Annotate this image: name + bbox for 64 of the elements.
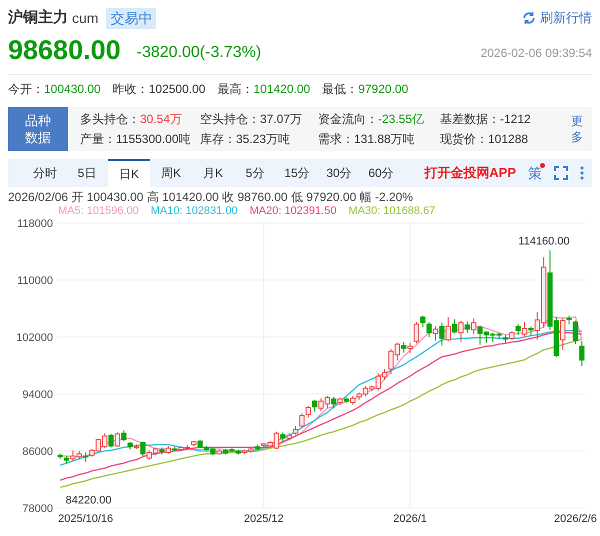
x-axis-label: 2026/1 bbox=[393, 513, 427, 525]
y-axis-label: 118000 bbox=[17, 218, 53, 230]
instrument-name: 沪铜主力 bbox=[8, 8, 68, 28]
stat-label: 库存： bbox=[200, 131, 236, 148]
stat-value: 37.07万 bbox=[260, 111, 302, 128]
x-axis-label: 2025/12 bbox=[244, 513, 284, 525]
y-axis-label: 102000 bbox=[16, 332, 53, 344]
period-tab[interactable]: 周K bbox=[150, 159, 192, 187]
strategy-button[interactable]: 策 bbox=[528, 159, 542, 187]
price-change: -3820.00(-3.73%) bbox=[136, 45, 262, 61]
stat-label: 需求： bbox=[318, 131, 354, 148]
quote-label: 今开： bbox=[8, 81, 44, 98]
moving-average-legend: MA10: 102831.00 bbox=[150, 205, 238, 218]
quote-time: 2026-02-06 09:39:54 bbox=[480, 45, 592, 62]
price-annotation: 114160.00 bbox=[518, 235, 570, 248]
y-axis-label: 78000 bbox=[22, 503, 53, 515]
stat-value: 1155300.00吨 bbox=[116, 131, 191, 148]
period-tab[interactable]: 5分 bbox=[234, 159, 276, 187]
stat-value: 101288 bbox=[488, 131, 528, 148]
quote-value: 101420.00 bbox=[253, 81, 310, 98]
price-annotation: 84220.00 bbox=[66, 494, 112, 507]
moving-average-legend: MA20: 102391.50 bbox=[250, 205, 336, 218]
quote-label: 最高： bbox=[217, 81, 254, 98]
x-axis-label: 2025/10/16 bbox=[58, 513, 114, 525]
last-price: 98680.00 bbox=[8, 37, 121, 64]
period-tab[interactable]: 15分 bbox=[276, 159, 318, 187]
y-axis-label: 94000 bbox=[22, 389, 53, 401]
quote-label: 昨收： bbox=[112, 81, 149, 98]
stat-label: 资金流向： bbox=[318, 111, 378, 128]
y-axis-label: 110000 bbox=[17, 275, 53, 287]
fullscreen-icon bbox=[554, 166, 568, 180]
quote-value: 97920.00 bbox=[358, 81, 408, 98]
refresh-button[interactable]: 刷新行情 bbox=[522, 8, 592, 28]
stat-value: -23.55亿 bbox=[378, 111, 424, 128]
instrument-code: cum bbox=[72, 8, 98, 28]
bar-info: 2026/02/06 开 100430.00 高 101420.00 收 98760.00 低 97920.00 幅 -2.20% bbox=[7, 190, 414, 205]
period-tab[interactable]: 5日 bbox=[66, 159, 108, 187]
moving-average-legend: MA5: 101596.00 bbox=[58, 205, 139, 218]
stat-value: 30.54万 bbox=[140, 111, 182, 128]
moving-average-legend: MA30: 101688.67 bbox=[348, 205, 436, 218]
refresh-icon bbox=[522, 11, 536, 25]
period-tab[interactable]: 分时 bbox=[24, 159, 66, 187]
quote-value: 100430.00 bbox=[44, 81, 101, 98]
stat-value: -1212 bbox=[500, 111, 531, 128]
more-button[interactable]: 更多 bbox=[570, 107, 584, 151]
y-axis-label: 86000 bbox=[22, 446, 53, 458]
period-tab[interactable]: 日K bbox=[108, 159, 150, 187]
stat-label: 产量： bbox=[80, 131, 116, 148]
stat-value: 35.23万吨 bbox=[236, 131, 290, 148]
open-app-link[interactable]: 打开金投网APP bbox=[424, 159, 516, 187]
period-tab[interactable]: 30分 bbox=[318, 159, 360, 187]
quote-label: 最低： bbox=[322, 81, 358, 98]
stat-label: 空头持仓： bbox=[200, 111, 260, 128]
stat-label: 现货价： bbox=[440, 131, 488, 148]
trading-status-badge: 交易中 bbox=[106, 8, 156, 28]
more-vertical-icon bbox=[580, 166, 584, 180]
stat-label: 多头持仓： bbox=[80, 111, 140, 128]
stat-label: 基差数据： bbox=[440, 111, 500, 128]
x-axis-label: 2026/2/6 bbox=[554, 513, 597, 525]
period-tab[interactable]: 月K bbox=[192, 159, 234, 187]
quote-value: 102500.00 bbox=[148, 81, 206, 98]
stats-title: 品种数据 bbox=[8, 107, 68, 151]
stat-value: 131.88万吨 bbox=[354, 131, 415, 148]
period-tab[interactable]: 60分 bbox=[360, 159, 402, 187]
